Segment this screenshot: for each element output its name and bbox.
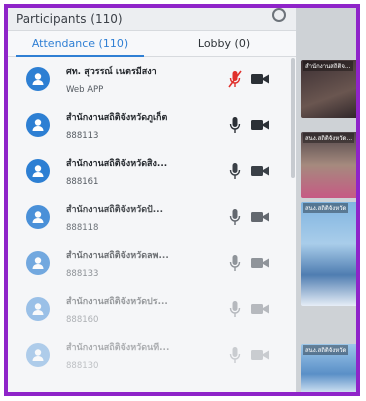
participant-name: สำนักงานสถิติจังหวัดนที... <box>66 342 170 353</box>
participant-name: สำนักงานสถิติจังหวัดสิง... <box>66 158 168 169</box>
participant-id: 888160 <box>66 314 99 325</box>
tile-label: สำนักงานสถิติจ... <box>303 61 353 71</box>
video-tile[interactable]: สนง.สถิติจังหวัด <box>301 344 356 392</box>
avatar <box>26 205 50 229</box>
camera-icon[interactable] <box>251 349 270 361</box>
video-grid: สำนักงานสถิติจ... สนง.สถิติจังหวัด... สน… <box>297 8 356 392</box>
avatar <box>26 67 50 91</box>
user-icon <box>32 303 44 315</box>
user-icon <box>32 165 44 177</box>
mic-icon[interactable] <box>228 207 242 227</box>
avatar <box>26 343 50 367</box>
mic-muted-icon[interactable] <box>228 69 242 89</box>
camera-icon[interactable] <box>251 165 270 177</box>
participant-name: สำนักงานสถิติจังหวัดปร... <box>66 296 168 307</box>
mic-icon[interactable] <box>228 115 242 135</box>
tab-lobby[interactable]: Lobby (0) <box>152 31 296 56</box>
participant-list: ศท. สุวรรณ์ เนตรมีสงา Web APP สำนักงานสถิ… <box>8 56 296 392</box>
avatar <box>26 159 50 183</box>
screen-frame: Participants (110) Attendance (110) Lobb… <box>4 4 360 396</box>
mic-icon[interactable] <box>228 253 242 273</box>
participant-id: 888133 <box>66 268 99 279</box>
user-icon <box>32 119 44 131</box>
camera-icon[interactable] <box>251 303 270 315</box>
participant-row[interactable]: สำนักงานสถิติจังหวัดสิง... 888161 <box>8 148 296 194</box>
participant-row[interactable]: ศท. สุวรรณ์ เนตรมีสงา Web APP <box>8 56 296 102</box>
tile-label: สนง.สถิติจังหวัด... <box>303 133 355 143</box>
avatar <box>26 251 50 275</box>
participant-tabs: Attendance (110) Lobby (0) <box>8 31 296 57</box>
camera-icon[interactable] <box>251 73 270 85</box>
tile-label: สนง.สถิติจังหวัด <box>303 345 349 355</box>
participant-row[interactable]: สำนักงานสถิติจังหวัดปั... 888118 <box>8 194 296 240</box>
avatar <box>26 297 50 321</box>
video-tile[interactable]: สนง.สถิติจังหวัด <box>301 202 356 306</box>
participant-name: สำนักงานสถิติจังหวัดภูเก็ต <box>66 112 168 123</box>
participant-name: สำนักงานสถิติจังหวัดลพ... <box>66 250 169 261</box>
mic-icon[interactable] <box>228 161 242 181</box>
mic-icon[interactable] <box>228 299 242 319</box>
participant-id: Web APP <box>66 84 104 95</box>
user-icon <box>32 257 44 269</box>
participant-row[interactable]: สำนักงานสถิติจังหวัดนที... 888130 <box>8 332 296 378</box>
camera-icon[interactable] <box>251 257 270 269</box>
participant-row[interactable]: สำนักงานสถิติจังหวัดลพ... 888133 <box>8 240 296 286</box>
video-tile[interactable]: สำนักงานสถิติจ... <box>301 60 356 118</box>
participant-id: 888113 <box>66 130 99 141</box>
participants-panel: Participants (110) Attendance (110) Lobb… <box>8 8 297 392</box>
user-icon <box>32 211 44 223</box>
participant-id: 888118 <box>66 222 99 233</box>
user-icon <box>32 349 44 361</box>
tab-attendance[interactable]: Attendance (110) <box>8 31 152 57</box>
list-scrollbar[interactable] <box>291 58 295 178</box>
video-tile[interactable]: สนง.สถิติจังหวัด... <box>301 132 356 198</box>
panel-title: Participants (110) <box>16 12 123 26</box>
participant-row[interactable]: สำนักงานสถิติจังหวัดปร... 888160 <box>8 286 296 332</box>
mic-icon[interactable] <box>228 345 242 365</box>
camera-icon[interactable] <box>251 211 270 223</box>
avatar <box>26 113 50 137</box>
panel-options-icon[interactable] <box>272 8 286 22</box>
panel-header: Participants (110) <box>8 8 296 31</box>
participant-id: 888130 <box>66 360 99 371</box>
participant-id: 888161 <box>66 176 99 187</box>
participant-name: ศท. สุวรรณ์ เนตรมีสงา <box>66 66 157 77</box>
tile-label: สนง.สถิติจังหวัด <box>303 203 349 213</box>
camera-icon[interactable] <box>251 119 270 131</box>
user-icon <box>32 73 44 85</box>
participant-row[interactable]: สำนักงานสถิติจังหวัดภูเก็ต 888113 <box>8 102 296 148</box>
participant-name: สำนักงานสถิติจังหวัดปั... <box>66 204 164 215</box>
